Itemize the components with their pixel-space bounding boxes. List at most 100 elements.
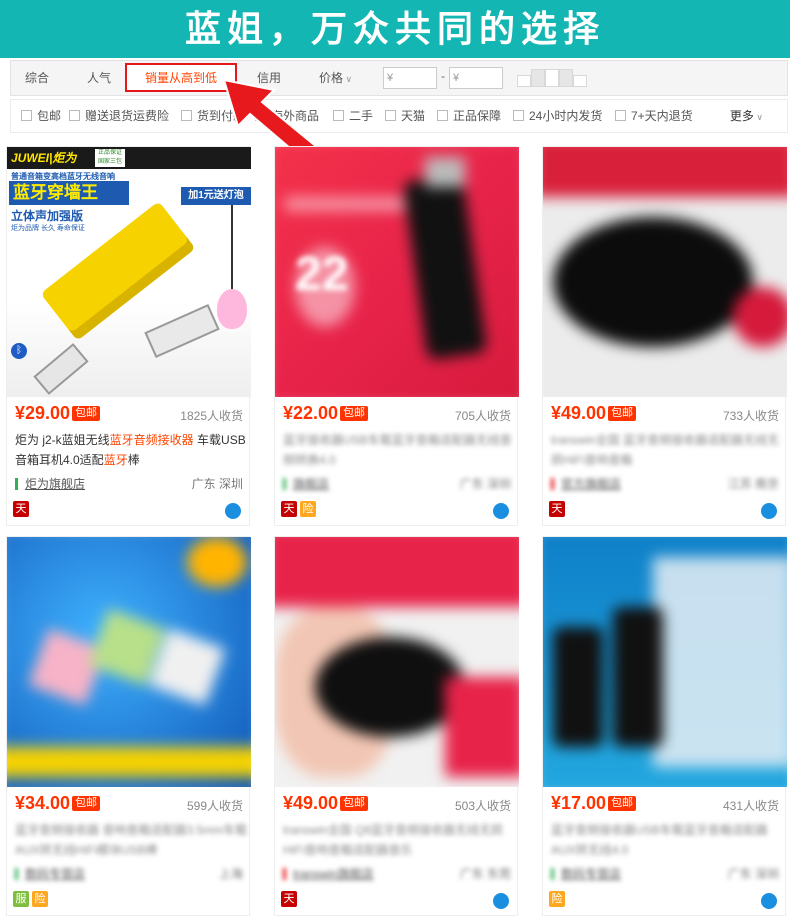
product-card[interactable]: ¥49.00 包邮 733人收货 transwin全国 蓝牙音频接收器适配器无线无… <box>542 146 787 526</box>
view-toggle-icon[interactable] <box>531 69 545 87</box>
shop-row: 数码专营店 广东 深圳 <box>551 865 779 883</box>
sort-popularity[interactable]: 人气 <box>87 61 111 95</box>
price-row: ¥49.00 包邮 733人收货 <box>551 403 779 427</box>
shop-row: 炬为旗舰店 广东 深圳 <box>15 475 243 493</box>
price-min-input[interactable]: ¥ <box>383 67 437 89</box>
more-filters-button[interactable]: 更多 ∨ <box>730 100 763 132</box>
shop-row: transwin旗舰店 广东 东莞 <box>283 865 511 883</box>
sort-price[interactable]: 价格 ∨ <box>319 61 352 95</box>
shop-location: 广东 深圳 <box>459 477 511 491</box>
sold-count: 733人收货 <box>722 409 779 423</box>
filter-7day-return[interactable]: 7+天内退货 <box>615 100 693 132</box>
sort-sales-desc[interactable]: 销量从高到低 <box>125 63 238 92</box>
shop-icon <box>15 478 21 490</box>
wangwang-chat-icon[interactable] <box>493 503 509 519</box>
product-card[interactable]: ¥49.00 包邮 503人收货 transwin全国 Q8蓝牙音频接收器无线无损… <box>274 536 519 916</box>
product-title[interactable]: 蓝牙接收器USB车载蓝牙音箱适配器无线音频转换4.0 <box>283 430 515 470</box>
wangwang-chat-icon[interactable] <box>225 503 241 519</box>
filter-free-shipping[interactable]: 包邮 <box>21 100 61 132</box>
product-image[interactable]: JUWEI|炬为 正品保证 国家三包 普通音箱变高档蓝牙无线音响 蓝牙穿墙王 立… <box>7 147 251 397</box>
sold-count: 503人收货 <box>454 799 511 813</box>
product-title[interactable]: transwin全国 蓝牙音频接收器适配器无线无损HiFi音响音箱 <box>551 430 783 470</box>
view-toggle-icon[interactable] <box>573 75 587 87</box>
shop-icon <box>283 868 289 880</box>
product-image[interactable] <box>543 147 787 397</box>
guarantee-seal: 正品保证 国家三包 <box>95 149 125 167</box>
free-shipping-tag: 包邮 <box>340 796 369 811</box>
tmall-icon[interactable]: 天 <box>281 891 297 907</box>
service-badges: 险 <box>549 891 568 909</box>
product-title[interactable]: 蓝牙音频接收器 音响音箱适配器3.5mm车载AUX转无线HiFi模块USB棒 <box>15 820 247 860</box>
sold-count: 1825人收货 <box>180 409 243 423</box>
chevron-down-icon: ∨ <box>753 112 763 122</box>
view-toggle-icon[interactable] <box>545 69 559 87</box>
service-icon[interactable]: 服 <box>13 891 29 907</box>
product-title[interactable]: 炬为 j2-k蓝姐无线蓝牙音频接收器 车载USB音箱耳机4.0适配蓝牙棒 <box>15 430 247 470</box>
price-row: ¥22.00 包邮 705人收货 <box>283 403 511 427</box>
free-shipping-tag: 包邮 <box>340 406 369 421</box>
shop-link[interactable]: 官方旗舰店 <box>561 477 621 491</box>
filter-24h-ship[interactable]: 24小时内发货 <box>513 100 602 132</box>
shop-link[interactable]: 数码专营店 <box>25 867 85 881</box>
checkbox-icon <box>385 110 396 121</box>
product-image[interactable] <box>7 537 251 787</box>
wangwang-chat-icon[interactable] <box>761 503 777 519</box>
product-price: ¥49.00 <box>551 403 607 423</box>
image-headline: 蓝牙穿墙王 <box>9 181 129 205</box>
shop-link[interactable]: 旗舰店 <box>293 477 329 491</box>
sold-count: 599人收货 <box>186 799 243 813</box>
insurance-icon[interactable]: 险 <box>32 891 48 907</box>
filter-return-insurance[interactable]: 赠送退货运费险 <box>69 100 169 132</box>
product-image[interactable] <box>275 537 519 787</box>
tmall-icon[interactable]: 天 <box>549 501 565 517</box>
filter-genuine[interactable]: 正品保障 <box>437 100 501 132</box>
sort-default[interactable]: 综合 <box>25 61 49 95</box>
price-row: ¥34.00 包邮 599人收货 <box>15 793 243 817</box>
checkbox-icon <box>513 110 524 121</box>
price-max-input[interactable]: ¥ <box>449 67 503 89</box>
checkbox-icon <box>615 110 626 121</box>
insurance-icon[interactable]: 险 <box>300 501 316 517</box>
product-title[interactable]: 蓝牙音频接收器USB车载蓝牙音箱适配器AUX转无线4.0 <box>551 820 783 860</box>
filter-label: 7+天内退货 <box>631 109 693 123</box>
price-row: ¥29.00 包邮 1825人收货 <box>15 403 243 427</box>
shop-link[interactable]: 炬为旗舰店 <box>25 477 85 491</box>
insurance-icon[interactable]: 险 <box>549 891 565 907</box>
title-keyword: 蓝牙 <box>103 453 128 467</box>
bluetooth-icon: ᛒ <box>11 343 27 359</box>
product-image[interactable]: 22 <box>275 147 519 397</box>
service-badges: 服险 <box>13 891 51 909</box>
filter-tmall[interactable]: 天猫 <box>385 100 425 132</box>
service-badges: 天 <box>13 501 32 519</box>
free-shipping-tag: 包邮 <box>608 406 637 421</box>
free-shipping-tag: 包邮 <box>608 796 637 811</box>
product-card[interactable]: JUWEI|炬为 正品保证 国家三包 普通音箱变高档蓝牙无线音响 蓝牙穿墙王 立… <box>6 146 251 526</box>
shop-link[interactable]: 数码专营店 <box>561 867 621 881</box>
product-card[interactable]: 22 ¥22.00 包邮 705人收货 蓝牙接收器USB车载蓝牙音箱适配器无线音频… <box>274 146 519 526</box>
shop-icon <box>283 478 289 490</box>
tmall-icon[interactable]: 天 <box>281 501 297 517</box>
free-shipping-tag: 包邮 <box>72 796 101 811</box>
shop-link[interactable]: transwin旗舰店 <box>293 867 374 881</box>
product-card[interactable]: ¥34.00 包邮 599人收货 蓝牙音频接收器 音响音箱适配器3.5mm车载AU… <box>6 536 251 916</box>
product-price: ¥22.00 <box>283 403 339 423</box>
service-badges: 天险 <box>281 501 319 519</box>
view-toggle-icon[interactable] <box>559 69 573 87</box>
product-title[interactable]: transwin全国 Q8蓝牙音频接收器无线无损HiFi音响音箱适配器音乐 <box>283 820 515 860</box>
shop-row: 旗舰店 广东 深圳 <box>283 475 511 493</box>
filter-label: 二手 <box>349 109 374 123</box>
promo-label: 加1元送灯泡 <box>181 187 251 205</box>
checkbox-icon <box>437 110 448 121</box>
shop-location: 江苏 南京 <box>727 477 779 491</box>
shop-icon <box>15 868 21 880</box>
tmall-icon[interactable]: 天 <box>13 501 29 517</box>
wangwang-chat-icon[interactable] <box>493 893 509 909</box>
service-badges: 天 <box>549 501 568 519</box>
filter-label: 包邮 <box>37 109 62 123</box>
filter-second-hand[interactable]: 二手 <box>333 100 373 132</box>
wangwang-chat-icon[interactable] <box>761 893 777 909</box>
product-image[interactable] <box>543 537 787 787</box>
price-range-dash: - <box>441 69 445 83</box>
view-toggle-icon[interactable] <box>517 75 531 87</box>
product-card[interactable]: ¥17.00 包邮 431人收货 蓝牙音频接收器USB车载蓝牙音箱适配器AUX转无… <box>542 536 787 916</box>
